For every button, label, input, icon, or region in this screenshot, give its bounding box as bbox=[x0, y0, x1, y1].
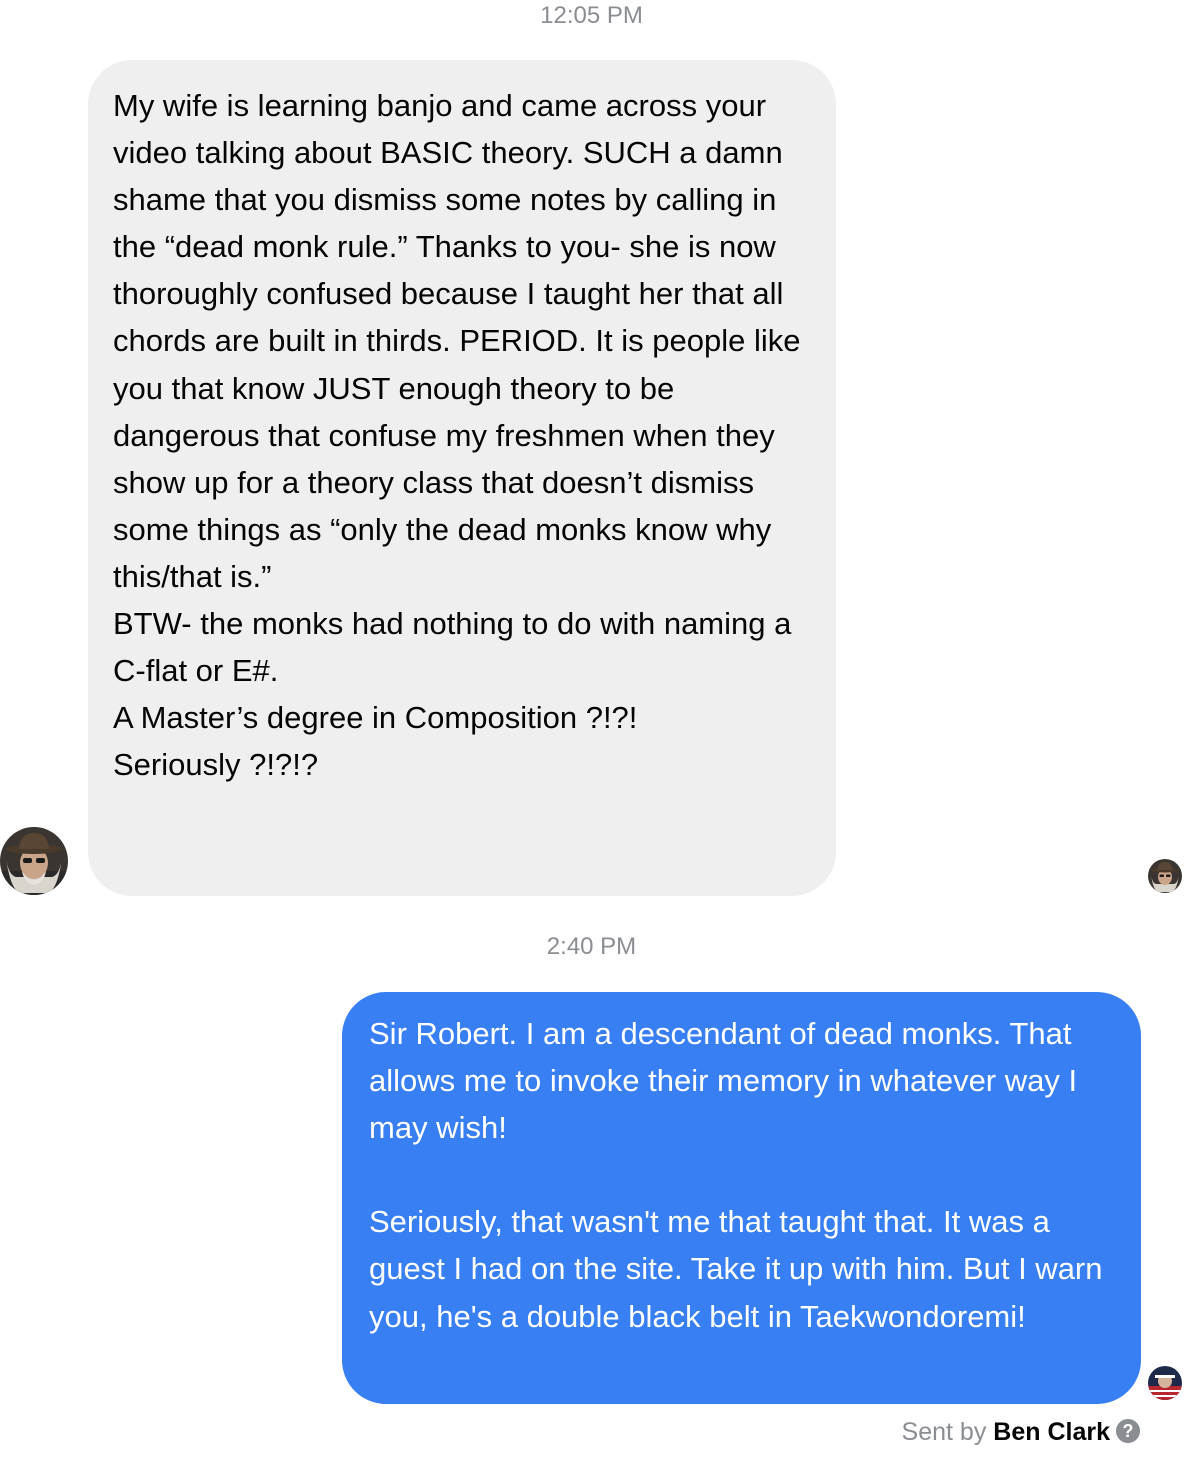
timestamp-1: 12:05 PM bbox=[540, 2, 643, 29]
outgoing-message-bubble[interactable]: Sir Robert. I am a descendant of dead mo… bbox=[342, 992, 1141, 1404]
sent-by-line: Sent by Ben Clark? bbox=[830, 1418, 1140, 1447]
sender-avatar-icon[interactable] bbox=[0, 827, 68, 895]
seen-avatar-icon bbox=[1148, 1366, 1182, 1400]
incoming-message-bubble[interactable]: My wife is learning banjo and came acros… bbox=[88, 60, 836, 896]
question-circle-icon[interactable]: ? bbox=[1116, 1419, 1140, 1443]
sent-by-prefix: Sent by bbox=[901, 1418, 994, 1446]
sender-name[interactable]: Ben Clark bbox=[993, 1418, 1110, 1446]
seen-avatar-icon bbox=[1148, 859, 1182, 893]
timestamp-2: 2:40 PM bbox=[546, 933, 637, 960]
